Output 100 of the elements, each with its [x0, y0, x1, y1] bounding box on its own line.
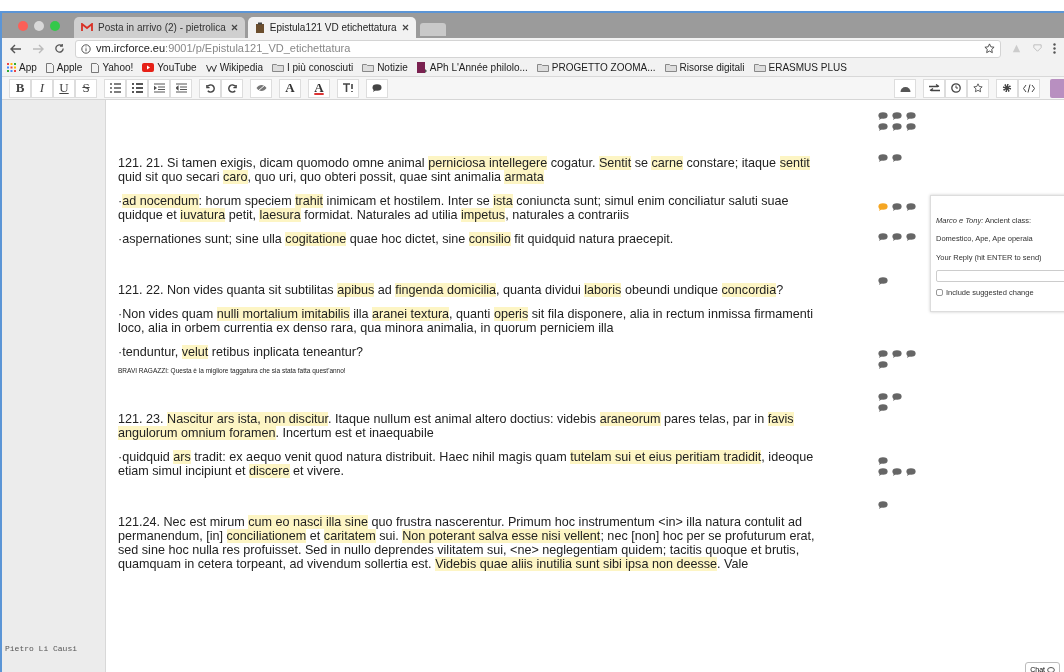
bookmark[interactable]: Notizie	[362, 60, 408, 75]
comment-icon[interactable]	[906, 122, 916, 131]
star-icon[interactable]	[984, 43, 995, 54]
history-button[interactable]	[945, 78, 967, 98]
undo-button[interactable]	[199, 78, 221, 98]
comment-icon[interactable]	[878, 403, 888, 412]
redo-icon	[227, 83, 237, 93]
comment-icon[interactable]	[878, 392, 888, 401]
chat-bubble-icon	[1047, 666, 1055, 672]
comment-icon[interactable]	[878, 500, 888, 509]
comment-icon[interactable]	[878, 153, 888, 162]
import-export-button[interactable]	[923, 78, 945, 98]
paragraph: ·Non vides quam nulli mortalium imitabilis illa aranei textura, quanti operis sit fila disponere, alia in rectum inmissa firmamenti loco, alia in orbem currentia ex denso rara, qua minora animalia, in quorum perniciem illa	[118, 307, 815, 335]
font-color-button[interactable]: A	[308, 78, 330, 98]
bookmark[interactable]: Wikipedia	[205, 60, 263, 75]
clock-icon	[951, 83, 961, 93]
paragraph: 121. 23. Nascitur ars ista, non discitur. Itaque nullum est animal altero doctius: videbis araneorum pares telas, par in favis angulorum omnium foramen. Incertum est et inaequabile	[118, 412, 795, 440]
list-icon	[109, 83, 121, 93]
paragraph: ·ad nocendum: horum speciem trahit inimicam et hostilem. Inter se ista coniuncta sunt; simul enim conciliatur saluti suae quidque et iuvatura petit, laesura formidat. Naturales ad utilia impetus, naturales a contrariis	[118, 194, 790, 222]
star-button[interactable]	[967, 78, 989, 98]
folder-icon	[272, 63, 284, 72]
paragraph: 121.24. Nec est mirum cum eo nasci illa sine quo frustra nascerentur. Primum hoc instrumentum <in> illa natura contulit ad permanendum, [in] conciliationem et caritatem sui. Non poterant salva esse nisi vellent; nec [non] hoc per se profuturum erat, sed sine hoc nulla res profuisset. Sed in nullo deprendes vilitatem sui, <ne> neglegentiam quidem; tacitis quoque et brutis, quamquam in cetera torpeant, ad vivendum sollertia est. Videbis quae aliis inutilia sunt sibi ipsa non deesse. Vale	[118, 515, 816, 571]
folder-icon	[753, 63, 766, 72]
comment-button[interactable]	[366, 78, 388, 98]
browser-tab[interactable]: Epistula121 VD etichettatura	[247, 17, 416, 38]
comment-icon[interactable]	[892, 232, 902, 241]
comment-icon[interactable]	[878, 232, 888, 241]
comment-icon[interactable]	[906, 202, 916, 211]
play-icon	[142, 63, 155, 72]
bullet-list-button[interactable]	[126, 78, 148, 98]
comment-icon[interactable]	[892, 111, 902, 120]
book-icon	[416, 62, 427, 73]
back-icon[interactable]	[10, 43, 22, 54]
comment-icon[interactable]	[878, 111, 888, 120]
address-bar[interactable]: vm.ircforce.eu:9001/p/Epistula121_VD_etichettatura	[75, 39, 1001, 58]
bookmark[interactable]: PROGETTO ZOOMA...	[536, 60, 656, 75]
bookmark[interactable]: Apple	[45, 60, 83, 75]
settings-icon	[1002, 83, 1012, 93]
comment-icon[interactable]	[892, 202, 902, 211]
bookmark[interactable]: App	[7, 60, 37, 75]
bookmark[interactable]: Yahoo!	[91, 60, 134, 75]
comment-icon[interactable]	[906, 232, 916, 241]
arrows-icon	[928, 83, 940, 93]
comment-icon[interactable]	[892, 122, 902, 131]
comment-icon[interactable]	[892, 153, 902, 162]
bookmark[interactable]: YouTube	[142, 60, 197, 75]
comment-icon[interactable]	[906, 349, 916, 358]
paragraph: ·aspernationes sunt; sine ulla cogitatione quae hoc dictet, sine consilio fit quidquid natura praecepit.	[118, 232, 675, 246]
tab-title: Posta in arrivo (2) - pietrolica	[98, 21, 226, 35]
close-icon[interactable]	[230, 24, 238, 31]
tab-title: Epistula121 VD etichettatura	[269, 21, 397, 35]
comment-icon[interactable]	[878, 349, 888, 358]
format-button[interactable]: B	[9, 78, 31, 98]
browser-tab[interactable]: Posta in arrivo (2) - pietrolica	[74, 17, 245, 38]
eye-icon	[255, 84, 267, 92]
url-text: vm.ircforce.eu:9001/p/Epistula121_VD_etichettatura	[96, 41, 352, 57]
reply-field[interactable]	[936, 269, 1064, 282]
comment-icon[interactable]	[878, 456, 888, 465]
author-name: Pietro Li Causi	[5, 643, 78, 655]
authorship-button[interactable]	[250, 78, 272, 98]
font-button[interactable]: A	[279, 78, 301, 98]
comment-icon[interactable]	[892, 392, 902, 401]
outdent-icon	[175, 83, 187, 93]
bookmark[interactable]: I più conosciuti	[272, 60, 354, 75]
comment-icon	[372, 84, 382, 92]
dashboard-button[interactable]	[894, 78, 916, 98]
folder-icon	[362, 63, 375, 72]
comment-icon[interactable]	[878, 276, 888, 285]
comment-icon[interactable]	[892, 349, 902, 358]
format-button[interactable]: I	[31, 78, 53, 98]
paragraph: ·tenduntur, velut retibus inplicata teneantur?	[118, 345, 365, 359]
comment-icon[interactable]	[906, 467, 916, 476]
code-icon	[1023, 83, 1035, 93]
bookmark[interactable]: APh L'Année philolo...	[416, 60, 528, 75]
checkbox[interactable]	[936, 288, 943, 296]
info-icon[interactable]	[81, 43, 91, 54]
embed-button[interactable]	[1018, 78, 1040, 98]
outdent-button[interactable]	[170, 78, 192, 98]
settings-button[interactable]	[996, 78, 1018, 98]
comment-icon[interactable]	[906, 111, 916, 120]
bookmark[interactable]: ERASMUS PLUS	[753, 60, 847, 75]
comment-icon[interactable]	[892, 467, 902, 476]
ordered-list-button[interactable]	[104, 78, 126, 98]
menu-icon[interactable]	[1053, 43, 1056, 54]
mail-icon	[81, 23, 93, 32]
heading-button[interactable]	[337, 78, 359, 98]
comment-icon[interactable]	[878, 122, 888, 131]
w-icon	[205, 63, 217, 72]
comment-icon[interactable]	[878, 467, 888, 476]
bookmark[interactable]: Risorse digitali	[664, 60, 745, 75]
comment-icon[interactable]	[878, 360, 888, 369]
star-icon	[973, 83, 983, 93]
list-icon	[131, 83, 143, 93]
format-button[interactable]: U	[53, 78, 75, 98]
format-button[interactable]: S	[75, 78, 97, 98]
reload-icon[interactable]	[54, 43, 65, 54]
close-icon[interactable]	[401, 24, 409, 31]
indent-button[interactable]	[148, 78, 170, 98]
text-size-icon	[342, 83, 354, 93]
redo-button[interactable]	[221, 78, 243, 98]
